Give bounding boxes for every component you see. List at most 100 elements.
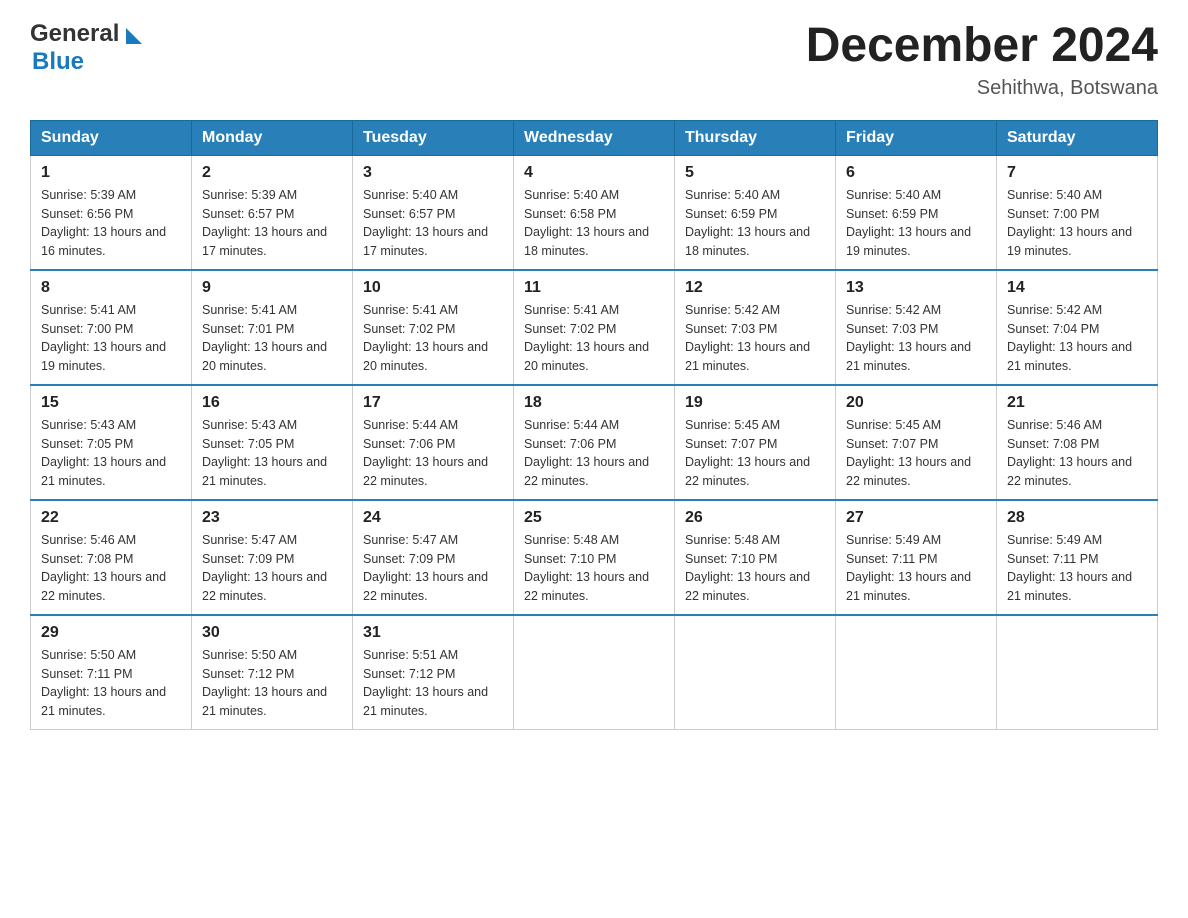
day-number: 28 <box>1007 509 1147 527</box>
calendar-cell: 22Sunrise: 5:46 AMSunset: 7:08 PMDayligh… <box>31 500 192 615</box>
calendar-cell: 21 Sunrise: 5:46 AMSunset: 7:08 PMDayligh… <box>997 385 1158 500</box>
calendar-cell: 3Sunrise: 5:40 AMSunset: 6:57 PMDaylight… <box>353 155 514 270</box>
day-number: 15 <box>41 394 181 412</box>
day-info: Sunrise: 5:47 AMSunset: 7:09 PMDaylight:… <box>363 531 503 606</box>
day-number: 8 <box>41 279 181 297</box>
calendar-cell: 30 Sunrise: 5:50 AMSunset: 7:12 PMDayligh… <box>192 615 353 730</box>
calendar-cell: 28 Sunrise: 5:49 AMSunset: 7:11 PMDayligh… <box>997 500 1158 615</box>
day-info: Sunrise: 5:39 AMSunset: 6:57 PMDaylight:… <box>202 186 342 261</box>
day-info: Sunrise: 5:41 AMSunset: 7:02 PMDaylight:… <box>363 301 503 376</box>
weekday-header-saturday: Saturday <box>997 120 1158 155</box>
location-subtitle: Sehithwa, Botswana <box>806 77 1158 100</box>
calendar-cell: 18Sunrise: 5:44 AMSunset: 7:06 PMDayligh… <box>514 385 675 500</box>
calendar-cell: 7 Sunrise: 5:40 AMSunset: 7:00 PMDaylight… <box>997 155 1158 270</box>
day-number: 21 <box>1007 394 1147 412</box>
day-info: Sunrise: 5:46 AMSunset: 7:08 PMDaylight:… <box>1007 416 1147 491</box>
day-number: 5 <box>685 164 825 182</box>
calendar-cell: 6Sunrise: 5:40 AMSunset: 6:59 PMDaylight… <box>836 155 997 270</box>
weekday-header-sunday: Sunday <box>31 120 192 155</box>
logo-icon: General Blue <box>30 20 142 76</box>
day-info: Sunrise: 5:42 AMSunset: 7:03 PMDaylight:… <box>685 301 825 376</box>
calendar-cell: 25 Sunrise: 5:48 AMSunset: 7:10 PMDayligh… <box>514 500 675 615</box>
month-title: December 2024 <box>806 20 1158 73</box>
day-info: Sunrise: 5:42 AMSunset: 7:03 PMDaylight:… <box>846 301 986 376</box>
calendar-week-row: 1Sunrise: 5:39 AMSunset: 6:56 PMDaylight… <box>31 155 1158 270</box>
day-info: Sunrise: 5:47 AMSunset: 7:09 PMDaylight:… <box>202 531 342 606</box>
calendar-cell: 11 Sunrise: 5:41 AMSunset: 7:02 PMDayligh… <box>514 270 675 385</box>
day-info: Sunrise: 5:40 AMSunset: 6:57 PMDaylight:… <box>363 186 503 261</box>
calendar-cell: 15 Sunrise: 5:43 AMSunset: 7:05 PMDayligh… <box>31 385 192 500</box>
day-number: 26 <box>685 509 825 527</box>
calendar-cell: 9Sunrise: 5:41 AMSunset: 7:01 PMDaylight… <box>192 270 353 385</box>
day-info: Sunrise: 5:44 AMSunset: 7:06 PMDaylight:… <box>363 416 503 491</box>
day-number: 20 <box>846 394 986 412</box>
calendar-cell: 14 Sunrise: 5:42 AMSunset: 7:04 PMDayligh… <box>997 270 1158 385</box>
day-info: Sunrise: 5:45 AMSunset: 7:07 PMDaylight:… <box>685 416 825 491</box>
day-number: 4 <box>524 164 664 182</box>
day-info: Sunrise: 5:45 AMSunset: 7:07 PMDaylight:… <box>846 416 986 491</box>
day-info: Sunrise: 5:50 AMSunset: 7:11 PMDaylight:… <box>41 646 181 721</box>
day-info: Sunrise: 5:48 AMSunset: 7:10 PMDaylight:… <box>685 531 825 606</box>
weekday-header-friday: Friday <box>836 120 997 155</box>
calendar-cell: 12Sunrise: 5:42 AMSunset: 7:03 PMDayligh… <box>675 270 836 385</box>
weekday-header-monday: Monday <box>192 120 353 155</box>
calendar-cell: 27 Sunrise: 5:49 AMSunset: 7:11 PMDayligh… <box>836 500 997 615</box>
day-number: 7 <box>1007 164 1147 182</box>
calendar-cell <box>997 615 1158 730</box>
day-info: Sunrise: 5:39 AMSunset: 6:56 PMDaylight:… <box>41 186 181 261</box>
day-number: 13 <box>846 279 986 297</box>
day-number: 24 <box>363 509 503 527</box>
day-info: Sunrise: 5:49 AMSunset: 7:11 PMDaylight:… <box>846 531 986 606</box>
day-number: 27 <box>846 509 986 527</box>
day-number: 10 <box>363 279 503 297</box>
day-number: 31 <box>363 624 503 642</box>
logo-blue-text: Blue <box>32 48 84 75</box>
calendar-cell: 20 Sunrise: 5:45 AMSunset: 7:07 PMDayligh… <box>836 385 997 500</box>
day-info: Sunrise: 5:44 AMSunset: 7:06 PMDaylight:… <box>524 416 664 491</box>
logo: General Blue <box>30 20 142 76</box>
day-number: 2 <box>202 164 342 182</box>
day-info: Sunrise: 5:40 AMSunset: 6:58 PMDaylight:… <box>524 186 664 261</box>
calendar-cell: 29 Sunrise: 5:50 AMSunset: 7:11 PMDayligh… <box>31 615 192 730</box>
calendar-cell: 10 Sunrise: 5:41 AMSunset: 7:02 PMDayligh… <box>353 270 514 385</box>
logo-triangle-icon <box>126 28 142 44</box>
calendar-cell: 19 Sunrise: 5:45 AMSunset: 7:07 PMDayligh… <box>675 385 836 500</box>
calendar-cell: 31 Sunrise: 5:51 AMSunset: 7:12 PMDayligh… <box>353 615 514 730</box>
day-info: Sunrise: 5:46 AMSunset: 7:08 PMDaylight:… <box>41 531 181 606</box>
weekday-header-wednesday: Wednesday <box>514 120 675 155</box>
day-info: Sunrise: 5:42 AMSunset: 7:04 PMDaylight:… <box>1007 301 1147 376</box>
day-number: 14 <box>1007 279 1147 297</box>
calendar-cell: 26 Sunrise: 5:48 AMSunset: 7:10 PMDayligh… <box>675 500 836 615</box>
day-info: Sunrise: 5:43 AMSunset: 7:05 PMDaylight:… <box>41 416 181 491</box>
title-area: December 2024 Sehithwa, Botswana <box>806 20 1158 100</box>
day-number: 30 <box>202 624 342 642</box>
day-info: Sunrise: 5:48 AMSunset: 7:10 PMDaylight:… <box>524 531 664 606</box>
day-number: 11 <box>524 279 664 297</box>
day-number: 16 <box>202 394 342 412</box>
calendar-cell: 2 Sunrise: 5:39 AMSunset: 6:57 PMDaylight… <box>192 155 353 270</box>
calendar-cell: 4 Sunrise: 5:40 AMSunset: 6:58 PMDaylight… <box>514 155 675 270</box>
day-number: 19 <box>685 394 825 412</box>
page-header: General Blue December 2024 Sehithwa, Bot… <box>30 20 1158 100</box>
calendar-cell: 17 Sunrise: 5:44 AMSunset: 7:06 PMDayligh… <box>353 385 514 500</box>
day-number: 29 <box>41 624 181 642</box>
day-info: Sunrise: 5:49 AMSunset: 7:11 PMDaylight:… <box>1007 531 1147 606</box>
calendar-cell: 24 Sunrise: 5:47 AMSunset: 7:09 PMDayligh… <box>353 500 514 615</box>
day-number: 17 <box>363 394 503 412</box>
calendar-cell: 23Sunrise: 5:47 AMSunset: 7:09 PMDayligh… <box>192 500 353 615</box>
day-info: Sunrise: 5:41 AMSunset: 7:02 PMDaylight:… <box>524 301 664 376</box>
calendar-week-row: 8 Sunrise: 5:41 AMSunset: 7:00 PMDaylight… <box>31 270 1158 385</box>
calendar-cell: 13 Sunrise: 5:42 AMSunset: 7:03 PMDayligh… <box>836 270 997 385</box>
day-info: Sunrise: 5:41 AMSunset: 7:00 PMDaylight:… <box>41 301 181 376</box>
day-info: Sunrise: 5:51 AMSunset: 7:12 PMDaylight:… <box>363 646 503 721</box>
day-number: 9 <box>202 279 342 297</box>
logo-text: General <box>30 20 119 47</box>
calendar-cell <box>514 615 675 730</box>
day-info: Sunrise: 5:40 AMSunset: 7:00 PMDaylight:… <box>1007 186 1147 261</box>
day-number: 25 <box>524 509 664 527</box>
calendar-cell: 5Sunrise: 5:40 AMSunset: 6:59 PMDaylight… <box>675 155 836 270</box>
day-info: Sunrise: 5:50 AMSunset: 7:12 PMDaylight:… <box>202 646 342 721</box>
calendar-cell: 1Sunrise: 5:39 AMSunset: 6:56 PMDaylight… <box>31 155 192 270</box>
day-info: Sunrise: 5:43 AMSunset: 7:05 PMDaylight:… <box>202 416 342 491</box>
calendar-cell <box>675 615 836 730</box>
